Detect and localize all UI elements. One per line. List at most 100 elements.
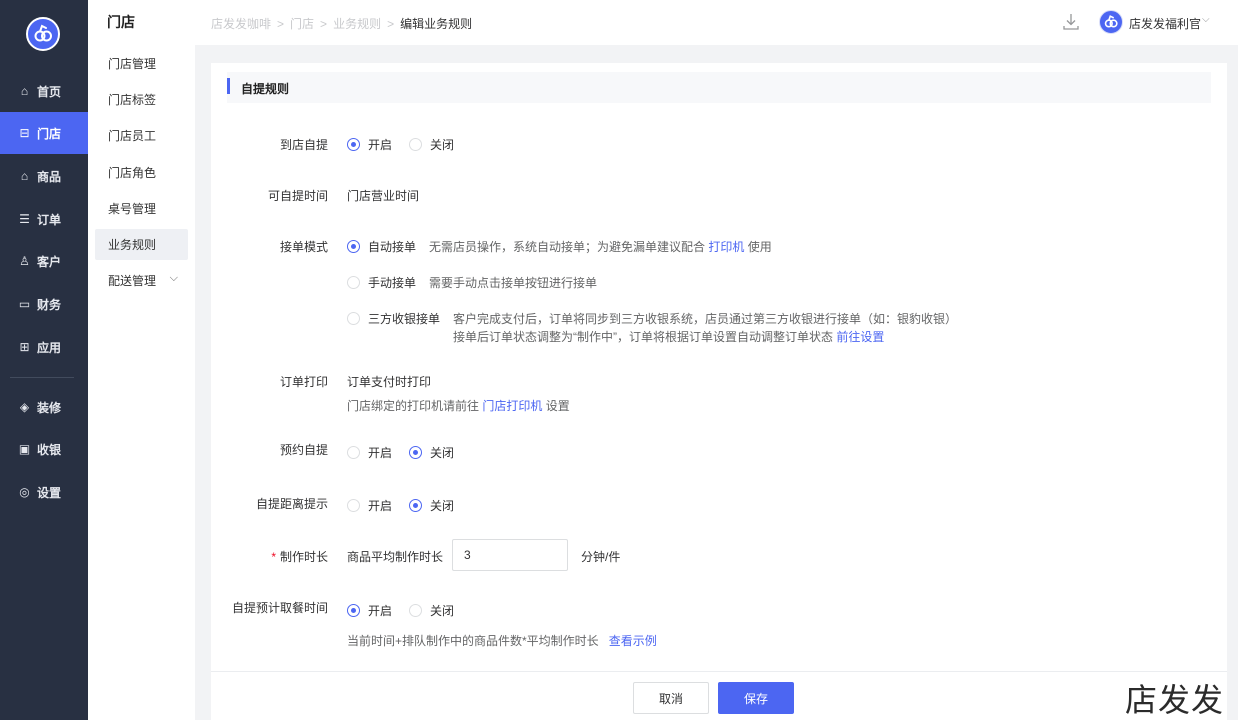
- user-avatar-icon: [1104, 15, 1118, 28]
- breadcrumb: 店发发咖啡 > 门店 > 业务规则 > 编辑业务规则: [211, 15, 472, 32]
- distance-hint-label: 自提距离提示: [255, 497, 328, 511]
- subnav-item-store-staff[interactable]: 门店员工: [95, 120, 188, 151]
- radio-dot: [409, 499, 422, 512]
- nav-item-customers[interactable]: ♙ 客户: [0, 240, 88, 282]
- radio-dot: [347, 138, 360, 151]
- nav-item-home[interactable]: ⌂ 首页: [0, 70, 88, 112]
- make-time-prefix: 商品平均制作时长: [347, 550, 444, 564]
- reserve-pickup-off-radio[interactable]: 关闭: [409, 444, 454, 461]
- store-pickup-label: 到店自提: [279, 138, 328, 152]
- store-pickup-off-radio[interactable]: 关闭: [409, 136, 454, 153]
- watermark: 店发发: [1125, 681, 1225, 719]
- accept-mode-third-party-radio[interactable]: 三方收银接单: [347, 310, 440, 327]
- nav-divider: [10, 377, 74, 378]
- apps-icon: ⊞: [19, 340, 30, 354]
- subnav-item-store-management[interactable]: 门店管理: [95, 48, 188, 79]
- rules-card: 自提规则 到店自提 开启 关闭 可自提时间 门店营业时间 接单模式 自动接单 无…: [211, 63, 1227, 683]
- breadcrumb-separator: >: [387, 17, 395, 31]
- chevron-down-icon[interactable]: ⌵: [1202, 14, 1210, 25]
- accept-mode-manual-radio[interactable]: 手动接单: [347, 274, 416, 291]
- breadcrumb-item[interactable]: 店发发咖啡: [211, 17, 271, 31]
- view-example-link[interactable]: 查看示例: [609, 634, 657, 648]
- make-time-label: * 制作时长: [271, 550, 328, 564]
- est-time-hint: 当前时间+排队制作中的商品件数*平均制作时长 查看示例: [347, 634, 657, 648]
- order-print-hint: 门店绑定的打印机请前往 门店打印机 设置: [347, 399, 570, 413]
- nav-item-decoration[interactable]: ◈ 装修: [0, 386, 88, 428]
- pickup-time-value: 门店营业时间: [347, 189, 420, 203]
- radio-dot: [409, 604, 422, 617]
- download-icon[interactable]: [1062, 12, 1080, 32]
- accept-mode-auto-desc: 无需店员操作，系统自动接单；为避免漏单建议配合 打印机 使用: [429, 240, 772, 254]
- accept-mode-auto-radio[interactable]: 自动接单: [347, 238, 416, 255]
- order-icon: ☰: [19, 212, 30, 226]
- subnav-item-store-roles[interactable]: 门店角色: [95, 157, 188, 188]
- radio-dot: [347, 312, 360, 325]
- printer-link[interactable]: 打印机: [708, 240, 744, 254]
- subnav-item-delivery[interactable]: 配送管理 ⌵: [95, 265, 188, 296]
- accept-mode-third-party-desc-2: 接单后订单状态调整为“制作中”，订单将根据订单设置自动调整订单状态 前往设置: [453, 330, 885, 344]
- radio-dot: [347, 276, 360, 289]
- subnav-title: 门店: [107, 14, 135, 30]
- nav-item-cashier[interactable]: ▣ 收银: [0, 428, 88, 470]
- est-time-on-radio[interactable]: 开启: [347, 602, 392, 619]
- radio-dot: [347, 499, 360, 512]
- nav-item-finance[interactable]: ▭ 财务: [0, 283, 88, 325]
- accept-mode-label: 接单模式: [279, 240, 328, 254]
- est-time-off-radio[interactable]: 关闭: [409, 602, 454, 619]
- breadcrumb-separator: >: [277, 17, 285, 31]
- chevron-down-icon: ⌵: [169, 272, 178, 284]
- cancel-button[interactable]: 取消: [633, 682, 709, 714]
- accept-mode-third-party-desc: 客户完成支付后，订单将同步到三方收银系统，店员通过第三方收银进行接单（如：银豹收…: [453, 312, 958, 326]
- save-button[interactable]: 保存: [718, 682, 794, 714]
- home-icon: ⌂: [20, 84, 29, 98]
- goods-icon: ⌂: [20, 169, 29, 183]
- subnav-item-business-rules[interactable]: 业务规则: [95, 229, 188, 260]
- nav-item-orders[interactable]: ☰ 订单: [0, 198, 88, 240]
- accept-mode-manual-desc: 需要手动点击接单按钮进行接单: [429, 276, 598, 290]
- sub-nav: 门店 门店管理 门店标签 门店员工 门店角色 桌号管理 业务规则 配送管理 ⌵: [88, 0, 195, 720]
- radio-dot: [409, 138, 422, 151]
- reserve-pickup-label: 预约自提: [279, 443, 328, 457]
- make-time-input[interactable]: [452, 539, 568, 571]
- settings-icon: ◎: [19, 485, 30, 499]
- radio-dot: [347, 604, 360, 617]
- app-logo[interactable]: [26, 17, 60, 51]
- avatar[interactable]: [1099, 10, 1123, 34]
- nav-item-goods[interactable]: ⌂ 商品: [0, 155, 88, 197]
- breadcrumb-separator: >: [320, 17, 328, 31]
- section-accent-bar: [227, 78, 230, 94]
- store-icon: ⊟: [19, 126, 30, 140]
- store-pickup-on-radio[interactable]: 开启: [347, 136, 392, 153]
- user-name[interactable]: 店发发福利官: [1129, 15, 1201, 32]
- breadcrumb-item[interactable]: 业务规则: [333, 17, 381, 31]
- required-asterisk: *: [271, 550, 276, 564]
- finance-icon: ▭: [18, 297, 31, 311]
- distance-hint-off-radio[interactable]: 关闭: [409, 497, 454, 514]
- nav-item-apps[interactable]: ⊞ 应用: [0, 326, 88, 368]
- reserve-pickup-on-radio[interactable]: 开启: [347, 444, 392, 461]
- order-print-value: 订单支付时打印: [347, 375, 432, 389]
- logo-mark-icon: [34, 24, 52, 42]
- form-footer: 取消 保存: [211, 671, 1227, 720]
- decoration-icon: ◈: [19, 400, 30, 414]
- main-nav: ⌂ 首页 ⊟ 门店 ⌂ 商品 ☰ 订单 ♙ 客户 ▭ 财务 ⊞ 应用 ◈ 装修 ▣ 收银 ◎ 设置: [0, 0, 88, 720]
- breadcrumb-item[interactable]: 门店: [290, 17, 314, 31]
- customer-icon: ♙: [19, 254, 30, 268]
- radio-dot: [347, 446, 360, 459]
- nav-item-store[interactable]: ⊟ 门店: [0, 112, 88, 154]
- store-printer-link[interactable]: 门店打印机: [482, 399, 542, 413]
- nav-item-settings[interactable]: ◎ 设置: [0, 471, 88, 513]
- go-settings-link[interactable]: 前往设置: [836, 330, 884, 344]
- order-print-label: 订单打印: [279, 375, 328, 389]
- radio-dot: [347, 240, 360, 253]
- pickup-time-label: 可自提时间: [267, 189, 328, 203]
- subnav-item-table-numbers[interactable]: 桌号管理: [95, 193, 188, 224]
- distance-hint-on-radio[interactable]: 开启: [347, 497, 392, 514]
- make-time-unit: 分钟/件: [581, 550, 621, 564]
- breadcrumb-current: 编辑业务规则: [400, 17, 473, 31]
- radio-dot: [409, 446, 422, 459]
- cashier-icon: ▣: [18, 442, 31, 456]
- section-header: 自提规则: [227, 72, 1211, 103]
- subnav-item-store-tags[interactable]: 门店标签: [95, 84, 188, 115]
- section-title: 自提规则: [241, 82, 290, 96]
